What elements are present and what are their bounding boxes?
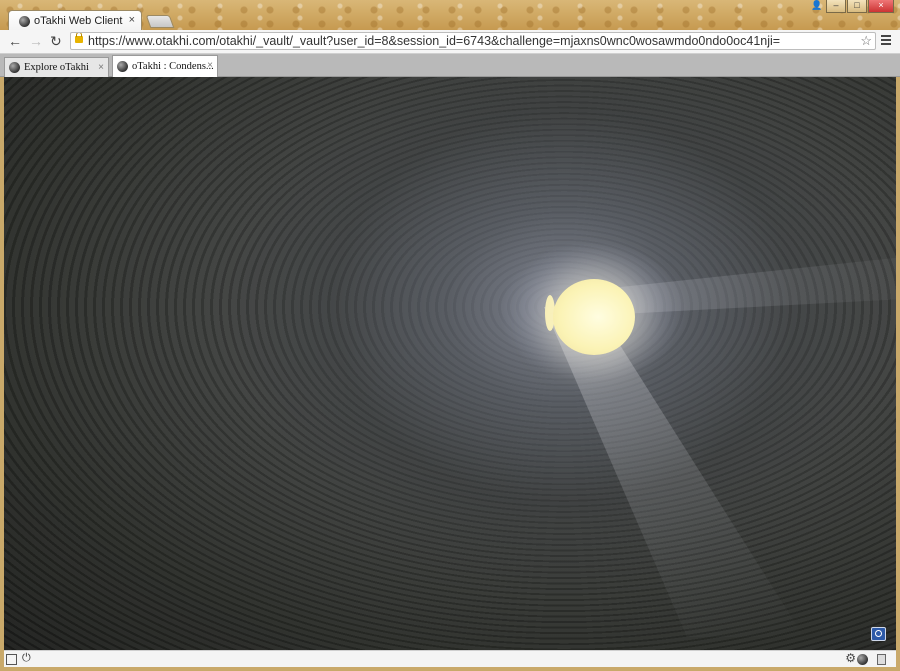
tunnel-exit-light [553,279,635,355]
panel-toggle-icon[interactable] [6,654,17,665]
otakhi-globe-icon[interactable] [857,654,868,665]
status-bar: ⏻ ⚙ [4,650,896,667]
close-app-tab-icon[interactable]: × [207,60,213,71]
window-titlebar: oTakhi Web Client × 👤 – □ × [0,0,900,31]
close-app-tab-icon[interactable]: × [98,62,104,73]
app-tab-label: oTakhi : Condens... [132,61,214,72]
light-beam [544,307,804,637]
address-bar[interactable]: https://www.otakhi.com/otakhi/_vault/_va… [70,32,876,50]
otakhi-globe-icon [9,62,20,73]
lock-icon [75,33,83,43]
document-icon[interactable] [877,654,886,665]
close-tab-icon[interactable]: × [129,14,135,26]
otakhi-globe-icon [19,15,30,27]
window-frame-bottom [0,667,900,671]
3d-tunnel-viewport[interactable] [4,77,896,650]
otakhi-globe-icon [117,61,128,72]
app-tab-strip: Explore oTakhi × oTakhi : Condens... × [0,54,900,77]
gear-icon[interactable]: ⚙ [845,651,856,665]
browser-toolbar: ← → ↻ https://www.otakhi.com/otakhi/_vau… [0,30,900,54]
user-profile-icon[interactable]: 👤 [809,0,825,12]
forward-arrow-icon[interactable]: → [29,33,43,49]
bookmark-star-icon[interactable]: ☆ [860,33,872,49]
power-icon[interactable]: ⏻ [22,652,31,665]
window-controls: 👤 – □ × [809,0,894,13]
reload-icon[interactable]: ↻ [50,33,62,49]
hamburger-menu-icon[interactable] [881,35,891,47]
window-frame-right [896,77,900,667]
back-arrow-icon[interactable]: ← [8,33,22,49]
app-tab-label: Explore oTakhi [24,62,89,73]
app-tab-condense[interactable]: oTakhi : Condens... × [112,55,218,77]
browser-tab-otakhi[interactable]: oTakhi Web Client × [8,10,142,31]
minimize-button[interactable]: – [826,0,846,13]
window-frame-left [0,77,4,667]
new-tab-button[interactable] [145,15,175,28]
camera-view-icon[interactable] [871,627,886,641]
maximize-button[interactable]: □ [847,0,867,13]
app-tab-explore[interactable]: Explore oTakhi × [4,57,109,77]
browser-tab-title: oTakhi Web Client [34,15,123,27]
url-text[interactable]: https://www.otakhi.com/otakhi/_vault/_va… [88,33,780,49]
close-window-button[interactable]: × [868,0,894,13]
